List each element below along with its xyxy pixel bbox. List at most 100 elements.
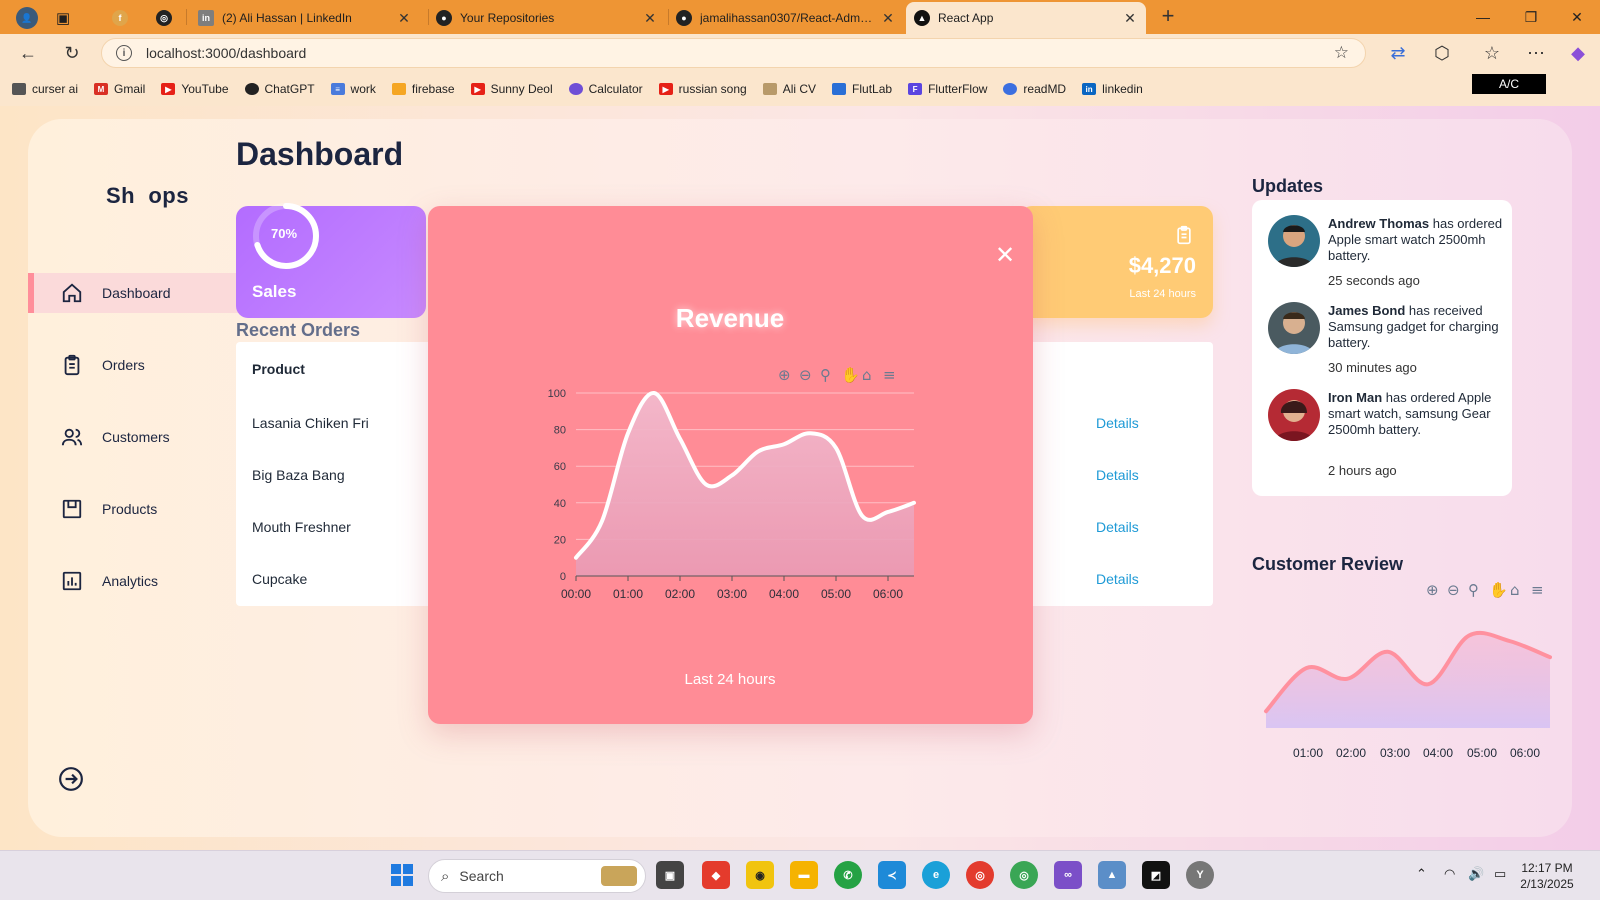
bookmark-readmd[interactable]: readMD — [1003, 82, 1066, 96]
sidebar-item-orders[interactable]: Orders — [28, 345, 238, 385]
expenses-value: $4,270 — [1128, 253, 1196, 278]
anydesk-icon[interactable]: ◆ — [702, 861, 730, 889]
translate-icon[interactable]: ⇄ — [1384, 40, 1412, 66]
tab-react-app[interactable]: ▲ React App ✕ — [906, 2, 1146, 34]
bookmark-gmail[interactable]: M Gmail — [94, 82, 145, 96]
chrome-profile-icon[interactable]: ◎ — [1010, 861, 1038, 889]
file-explorer-icon[interactable]: ▬ — [790, 861, 818, 889]
close-tab-icon[interactable]: ✕ — [396, 10, 412, 27]
zoom-in-icon[interactable]: ⊕ — [1426, 581, 1439, 599]
edge-icon[interactable]: e — [922, 861, 950, 889]
whatsapp-icon[interactable]: ✆ — [834, 861, 862, 889]
x-tick-label: 00:00 — [561, 587, 591, 601]
home-icon[interactable]: ⌂ — [1510, 581, 1520, 599]
menu-icon[interactable]: ≡ — [883, 366, 896, 384]
tab-repositories[interactable]: ● Your Repositories ✕ — [428, 2, 666, 34]
sales-label: Sales — [252, 282, 297, 301]
chart-app-icon[interactable]: ▲ — [1098, 861, 1126, 889]
chrome-icon[interactable]: ◎ — [966, 861, 994, 889]
more-options-icon[interactable]: ⋯ — [1522, 40, 1550, 66]
details-link[interactable]: Details — [1096, 415, 1139, 431]
sidebar-item-products[interactable]: Products — [28, 489, 238, 529]
zoom-out-icon[interactable]: ⊖ — [1447, 581, 1460, 599]
zoom-in-icon[interactable]: ⊕ — [778, 366, 791, 384]
app-icon[interactable]: ◉ — [746, 861, 774, 889]
site-info-icon[interactable]: i — [116, 45, 132, 61]
back-icon[interactable]: ← — [14, 40, 42, 66]
close-icon[interactable]: ✕ — [990, 240, 1020, 270]
restore-icon[interactable]: ❐ — [1508, 0, 1554, 34]
address-bar[interactable]: i localhost:3000/dashboard ☆ — [101, 38, 1366, 68]
users-icon — [60, 425, 84, 449]
minimize-icon[interactable]: — — [1460, 0, 1506, 34]
tab-title: Your Repositories — [460, 11, 555, 25]
zoom-out-icon[interactable]: ⊖ — [799, 366, 812, 384]
y-tick-label: 100 — [548, 388, 566, 400]
new-tab-icon[interactable]: + — [1154, 3, 1182, 29]
copilot-icon[interactable]: ◆ — [1564, 40, 1592, 66]
bookmark-linkedin[interactable]: in linkedin — [1082, 82, 1143, 96]
tab-linkedin[interactable]: in (2) Ali Hassan | LinkedIn ✕ — [190, 2, 420, 34]
vscode-icon[interactable]: ≺ — [878, 861, 906, 889]
search-zoom-icon[interactable]: ⚲ — [820, 366, 831, 384]
close-tab-icon[interactable]: ✕ — [1122, 10, 1138, 27]
profile-avatar[interactable]: 👤 — [8, 2, 42, 34]
details-link[interactable]: Details — [1096, 519, 1139, 535]
pinned-tab-chatgpt[interactable]: ◎ — [148, 2, 178, 34]
bookmark-curser-ai[interactable]: curser ai — [12, 82, 78, 96]
browser-toolbar: ← ↻ i localhost:3000/dashboard ☆ ⇄ ⬡ ☆ ⋯… — [0, 34, 1600, 72]
volume-icon[interactable]: 🔊 — [1468, 866, 1484, 882]
y-tick-label: 20 — [554, 534, 566, 546]
bookmark-flutterflow[interactable]: F FlutterFlow — [908, 82, 987, 96]
bookmark-flutlab[interactable]: FlutLab — [832, 82, 892, 96]
bookmark-sunny-deol[interactable]: ▶ Sunny Deol — [470, 82, 553, 96]
close-tab-icon[interactable]: ✕ — [880, 10, 896, 27]
y-tick-label: 40 — [554, 498, 566, 510]
system-clock[interactable]: 12:17 PM 2/13/2025 — [1500, 860, 1594, 892]
tab-title: jamalihassan0307/React-Admin-D — [700, 11, 874, 25]
details-link[interactable]: Details — [1096, 571, 1139, 587]
close-tab-icon[interactable]: ✕ — [642, 10, 658, 27]
close-window-icon[interactable]: ✕ — [1554, 0, 1600, 34]
sidebar-item-dashboard[interactable]: Dashboard — [28, 273, 238, 313]
avatar — [1268, 389, 1320, 441]
chevron-up-icon[interactable]: ⌃ — [1416, 866, 1427, 882]
bookmark-firebase[interactable]: firebase — [391, 82, 455, 96]
bookmark-calculator[interactable]: Calculator — [568, 82, 643, 96]
menu-icon[interactable]: ≡ — [1531, 581, 1544, 599]
tab-github-repo[interactable]: ● jamalihassan0307/React-Admin-D ✕ — [668, 2, 904, 34]
windows-start-icon[interactable] — [388, 861, 416, 889]
modal-title: Revenue — [675, 303, 785, 333]
visual-studio-icon[interactable]: ∞ — [1054, 861, 1082, 889]
details-link[interactable]: Details — [1096, 467, 1139, 483]
bookmark-russian-song[interactable]: ▶ russian song — [658, 82, 747, 96]
search-zoom-icon[interactable]: ⚲ — [1468, 581, 1479, 599]
bookmark-youtube[interactable]: ▶ YouTube — [161, 82, 229, 96]
pan-hand-icon[interactable]: ✋ — [1489, 581, 1508, 599]
favorites-icon[interactable]: ☆ — [1478, 40, 1506, 66]
workspaces-button[interactable]: ▣ — [48, 2, 82, 34]
app-icon[interactable]: ◩ — [1142, 861, 1170, 889]
task-view-icon[interactable]: ▣ — [656, 861, 684, 889]
sidebar-item-analytics[interactable]: Analytics — [28, 561, 238, 601]
taskbar-search[interactable]: ⌕ Search — [428, 859, 646, 893]
sidebar-item-customers[interactable]: Customers — [28, 417, 238, 457]
wifi-icon[interactable]: ◠ — [1444, 866, 1455, 882]
pan-hand-icon[interactable]: ✋ — [841, 366, 860, 384]
f-favicon-icon: f — [112, 10, 128, 26]
app-icon[interactable]: Y — [1186, 861, 1214, 889]
home-icon[interactable]: ⌂ — [862, 366, 872, 384]
bookmark-work[interactable]: ≡ work — [330, 82, 376, 96]
reload-icon[interactable]: ↻ — [58, 40, 86, 66]
favorite-star-icon[interactable]: ☆ — [1334, 43, 1349, 63]
bookmark-chatgpt[interactable]: ChatGPT — [244, 82, 315, 96]
sidebar-item-label: Dashboard — [102, 285, 171, 301]
home-icon — [60, 281, 84, 305]
youtube-icon: ▶ — [470, 83, 485, 95]
bookmark-ali-cv[interactable]: Ali CV — [762, 82, 816, 96]
youtube-icon: ▶ — [161, 83, 176, 95]
extensions-icon[interactable]: ⬡ — [1428, 40, 1456, 66]
firebase-icon — [391, 83, 406, 95]
pinned-tab-f[interactable]: f — [104, 2, 134, 34]
sign-out-icon[interactable] — [58, 766, 84, 792]
